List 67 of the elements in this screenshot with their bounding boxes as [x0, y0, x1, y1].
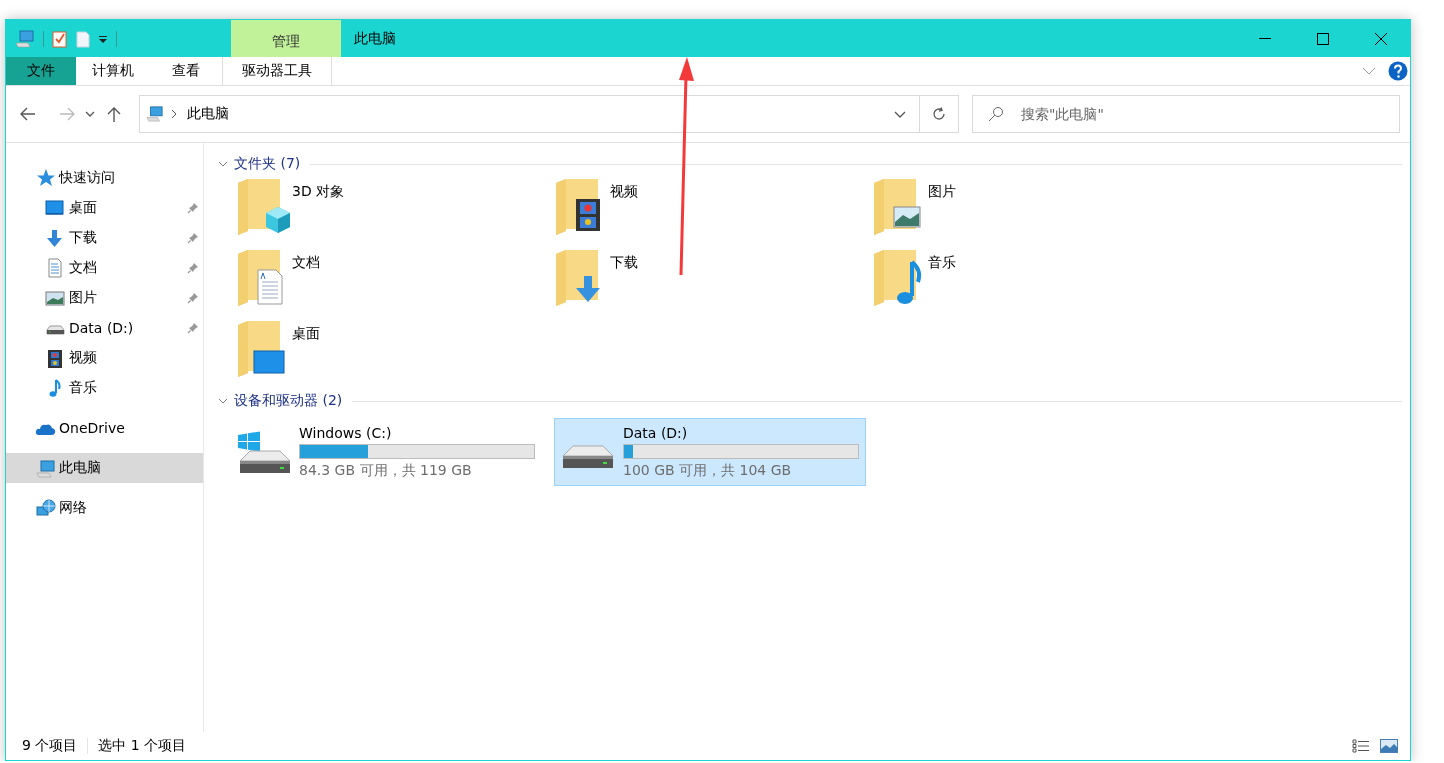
details-view-icon[interactable]: [1352, 739, 1370, 753]
computer-icon: [145, 106, 165, 122]
sidebar-item[interactable]: 快速访问: [6, 163, 203, 193]
ribbon-tab[interactable]: 计算机: [76, 57, 150, 85]
chevron-icon: [218, 161, 228, 167]
properties-icon[interactable]: [52, 29, 68, 48]
up-icon[interactable]: [107, 106, 121, 122]
folder-cube-icon: [236, 177, 292, 235]
recent-locations-icon[interactable]: [85, 111, 95, 117]
sidebar-item[interactable]: 文档: [6, 253, 203, 283]
drive-icon: [561, 445, 615, 469]
drive-item[interactable]: Windows (C:) 84.3 GB 可用，共 119 GB: [230, 418, 542, 486]
pin-icon: [187, 322, 199, 334]
sidebar-item[interactable]: Data (D:): [6, 313, 203, 343]
folder-item[interactable]: 3D 对象: [236, 177, 554, 248]
caret-icon: [894, 110, 906, 118]
ribbon-tab[interactable]: 查看: [150, 57, 222, 85]
folder-item[interactable]: 音乐: [872, 248, 1190, 319]
sidebar-item[interactable]: OneDrive: [6, 413, 203, 443]
sidebar-item[interactable]: 此电脑: [6, 453, 203, 483]
help-icon[interactable]: [1388, 61, 1408, 81]
folder-item[interactable]: 视频: [554, 177, 872, 248]
chevron-icon: [218, 398, 228, 404]
section-header[interactable]: 设备和驱动器 (2): [214, 390, 1402, 412]
forward-icon[interactable]: [59, 107, 75, 121]
contextual-tab-header: 管理: [231, 20, 341, 57]
computer-icon[interactable]: [15, 29, 35, 48]
address-bar[interactable]: 此电脑: [139, 95, 959, 133]
drive-item[interactable]: Data (D:) 100 GB 可用，共 104 GB: [554, 418, 866, 486]
selection-count: 选中 1 个项目: [98, 737, 187, 755]
computer-icon: [35, 458, 57, 478]
large-icons-view-icon[interactable]: [1380, 739, 1398, 753]
sidebar-item[interactable]: 网络: [6, 493, 203, 523]
folder-item[interactable]: 图片: [872, 177, 1190, 248]
minimize-icon: [1259, 38, 1271, 39]
chevron-icon: [171, 109, 177, 119]
section-header[interactable]: 文件夹 (7): [214, 153, 1402, 175]
sidebar-item[interactable]: 音乐: [6, 373, 203, 403]
search-icon: [988, 106, 1004, 122]
window-title: 此电脑: [353, 29, 396, 48]
dropdown-icon[interactable]: [98, 33, 108, 44]
search-field[interactable]: 搜索"此电脑": [972, 95, 1400, 133]
pin-icon: [187, 232, 199, 244]
back-icon[interactable]: [20, 107, 36, 121]
picture-icon: [44, 288, 66, 308]
system-drive-icon: [237, 430, 291, 474]
expand-ribbon-icon[interactable]: [1362, 67, 1376, 75]
folder-item[interactable]: 桌面: [236, 319, 554, 390]
pin-icon: [187, 262, 199, 274]
pin-icon: [187, 292, 199, 304]
address-path: 此电脑: [187, 105, 229, 123]
network-icon: [35, 498, 57, 518]
star-icon: [35, 168, 57, 188]
ribbon-tab[interactable]: 文件: [6, 57, 76, 85]
maximize-icon: [1317, 32, 1329, 45]
refresh-icon: [932, 107, 946, 121]
ribbon-tab[interactable]: 驱动器工具: [222, 57, 332, 85]
folder-item[interactable]: 文档: [236, 248, 554, 319]
sidebar-item[interactable]: 视频: [6, 343, 203, 373]
sidebar-item[interactable]: 图片: [6, 283, 203, 313]
sidebar-item[interactable]: 下载: [6, 223, 203, 253]
pin-icon: [187, 202, 199, 214]
close-icon: [1375, 32, 1387, 45]
item-count: 9 个项目: [22, 737, 78, 755]
monitor-icon: [44, 198, 66, 218]
sidebar-item[interactable]: 桌面: [6, 193, 203, 223]
folder-item[interactable]: 下载: [554, 248, 872, 319]
